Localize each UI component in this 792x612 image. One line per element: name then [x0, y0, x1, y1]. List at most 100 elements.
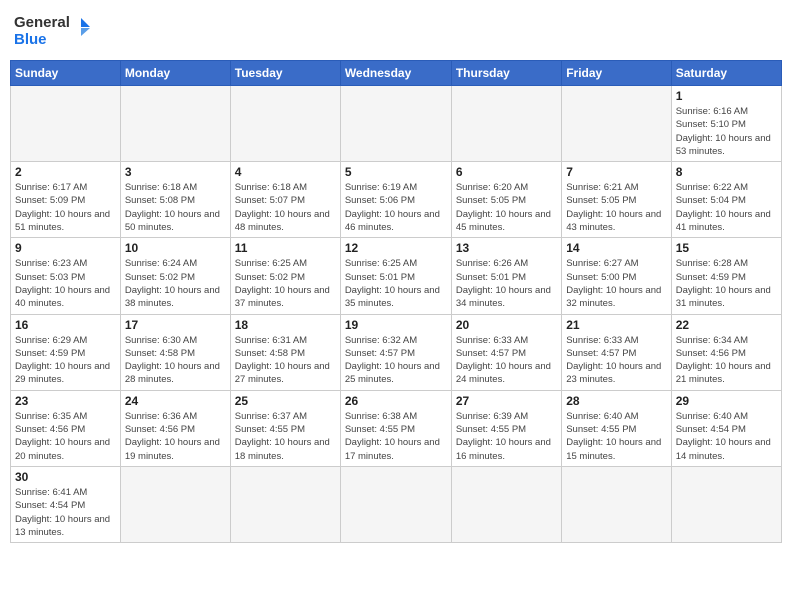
day-number: 2 [15, 165, 116, 179]
day-info: Sunrise: 6:36 AM Sunset: 4:56 PM Dayligh… [125, 410, 226, 463]
calendar-cell [562, 466, 671, 542]
day-info: Sunrise: 6:41 AM Sunset: 4:54 PM Dayligh… [15, 486, 116, 539]
day-info: Sunrise: 6:25 AM Sunset: 5:02 PM Dayligh… [235, 257, 336, 310]
day-number: 20 [456, 318, 557, 332]
day-number: 16 [15, 318, 116, 332]
logo: GeneralBlue [14, 10, 94, 52]
calendar-cell: 6 Sunrise: 6:20 AM Sunset: 5:05 PM Daylig… [451, 162, 561, 238]
calendar: SundayMondayTuesdayWednesdayThursdayFrid… [10, 60, 782, 543]
calendar-cell [451, 466, 561, 542]
day-info: Sunrise: 6:40 AM Sunset: 4:55 PM Dayligh… [566, 410, 666, 463]
day-info: Sunrise: 6:19 AM Sunset: 5:06 PM Dayligh… [345, 181, 447, 234]
day-number: 29 [676, 394, 777, 408]
calendar-cell [671, 466, 781, 542]
day-number: 25 [235, 394, 336, 408]
weekday-header-friday: Friday [562, 61, 671, 86]
calendar-cell: 5 Sunrise: 6:19 AM Sunset: 5:06 PM Daylig… [340, 162, 451, 238]
day-number: 5 [345, 165, 447, 179]
day-info: Sunrise: 6:21 AM Sunset: 5:05 PM Dayligh… [566, 181, 666, 234]
calendar-row-2: 2 Sunrise: 6:17 AM Sunset: 5:09 PM Daylig… [11, 162, 782, 238]
day-number: 26 [345, 394, 447, 408]
day-info: Sunrise: 6:39 AM Sunset: 4:55 PM Dayligh… [456, 410, 557, 463]
calendar-cell: 8 Sunrise: 6:22 AM Sunset: 5:04 PM Daylig… [671, 162, 781, 238]
day-info: Sunrise: 6:17 AM Sunset: 5:09 PM Dayligh… [15, 181, 116, 234]
day-number: 10 [125, 241, 226, 255]
weekday-header-thursday: Thursday [451, 61, 561, 86]
day-number: 28 [566, 394, 666, 408]
calendar-cell: 28 Sunrise: 6:40 AM Sunset: 4:55 PM Dayli… [562, 390, 671, 466]
calendar-cell: 23 Sunrise: 6:35 AM Sunset: 4:56 PM Dayli… [11, 390, 121, 466]
calendar-cell: 12 Sunrise: 6:25 AM Sunset: 5:01 PM Dayli… [340, 238, 451, 314]
calendar-cell: 4Sunrise: 6:18 AM Sunset: 5:07 PM Daylig… [230, 162, 340, 238]
day-number: 21 [566, 318, 666, 332]
calendar-row-6: 30 Sunrise: 6:41 AM Sunset: 4:54 PM Dayli… [11, 466, 782, 542]
day-number: 17 [125, 318, 226, 332]
calendar-cell [562, 86, 671, 162]
day-number: 30 [15, 470, 116, 484]
weekday-header-wednesday: Wednesday [340, 61, 451, 86]
calendar-cell: 29 Sunrise: 6:40 AM Sunset: 4:54 PM Dayli… [671, 390, 781, 466]
logo-svg: GeneralBlue [14, 10, 94, 52]
day-number: 18 [235, 318, 336, 332]
calendar-row-5: 23 Sunrise: 6:35 AM Sunset: 4:56 PM Dayli… [11, 390, 782, 466]
day-number: 6 [456, 165, 557, 179]
day-info: Sunrise: 6:33 AM Sunset: 4:57 PM Dayligh… [456, 334, 557, 387]
calendar-row-3: 9 Sunrise: 6:23 AM Sunset: 5:03 PM Daylig… [11, 238, 782, 314]
day-number: 14 [566, 241, 666, 255]
calendar-cell: 19Sunrise: 6:32 AM Sunset: 4:57 PM Dayli… [340, 314, 451, 390]
calendar-cell: 17 Sunrise: 6:30 AM Sunset: 4:58 PM Dayli… [120, 314, 230, 390]
day-info: Sunrise: 6:18 AM Sunset: 5:08 PM Dayligh… [125, 181, 226, 234]
day-info: Sunrise: 6:25 AM Sunset: 5:01 PM Dayligh… [345, 257, 447, 310]
day-info: Sunrise: 6:27 AM Sunset: 5:00 PM Dayligh… [566, 257, 666, 310]
calendar-row-1: 1Sunrise: 6:16 AM Sunset: 5:10 PM Daylig… [11, 86, 782, 162]
calendar-cell: 14 Sunrise: 6:27 AM Sunset: 5:00 PM Dayli… [562, 238, 671, 314]
calendar-cell [340, 86, 451, 162]
day-number: 7 [566, 165, 666, 179]
day-number: 1 [676, 89, 777, 103]
day-info: Sunrise: 6:40 AM Sunset: 4:54 PM Dayligh… [676, 410, 777, 463]
svg-text:Blue: Blue [14, 31, 47, 48]
weekday-header-tuesday: Tuesday [230, 61, 340, 86]
calendar-cell: 1Sunrise: 6:16 AM Sunset: 5:10 PM Daylig… [671, 86, 781, 162]
calendar-cell: 18 Sunrise: 6:31 AM Sunset: 4:58 PM Dayli… [230, 314, 340, 390]
calendar-cell [120, 466, 230, 542]
day-number: 19 [345, 318, 447, 332]
calendar-cell [230, 466, 340, 542]
calendar-cell: 15Sunrise: 6:28 AM Sunset: 4:59 PM Dayli… [671, 238, 781, 314]
day-number: 12 [345, 241, 447, 255]
calendar-cell: 11Sunrise: 6:25 AM Sunset: 5:02 PM Dayli… [230, 238, 340, 314]
calendar-cell: 22Sunrise: 6:34 AM Sunset: 4:56 PM Dayli… [671, 314, 781, 390]
day-number: 8 [676, 165, 777, 179]
day-info: Sunrise: 6:20 AM Sunset: 5:05 PM Dayligh… [456, 181, 557, 234]
day-info: Sunrise: 6:29 AM Sunset: 4:59 PM Dayligh… [15, 334, 116, 387]
calendar-cell: 24 Sunrise: 6:36 AM Sunset: 4:56 PM Dayli… [120, 390, 230, 466]
day-number: 13 [456, 241, 557, 255]
calendar-cell: 7 Sunrise: 6:21 AM Sunset: 5:05 PM Daylig… [562, 162, 671, 238]
calendar-cell [230, 86, 340, 162]
calendar-cell: 16 Sunrise: 6:29 AM Sunset: 4:59 PM Dayli… [11, 314, 121, 390]
calendar-cell: 21Sunrise: 6:33 AM Sunset: 4:57 PM Dayli… [562, 314, 671, 390]
day-info: Sunrise: 6:30 AM Sunset: 4:58 PM Dayligh… [125, 334, 226, 387]
calendar-cell [120, 86, 230, 162]
day-info: Sunrise: 6:28 AM Sunset: 4:59 PM Dayligh… [676, 257, 777, 310]
day-info: Sunrise: 6:38 AM Sunset: 4:55 PM Dayligh… [345, 410, 447, 463]
calendar-cell: 10Sunrise: 6:24 AM Sunset: 5:02 PM Dayli… [120, 238, 230, 314]
calendar-cell: 13Sunrise: 6:26 AM Sunset: 5:01 PM Dayli… [451, 238, 561, 314]
calendar-cell: 27Sunrise: 6:39 AM Sunset: 4:55 PM Dayli… [451, 390, 561, 466]
weekday-header-row: SundayMondayTuesdayWednesdayThursdayFrid… [11, 61, 782, 86]
weekday-header-saturday: Saturday [671, 61, 781, 86]
day-info: Sunrise: 6:23 AM Sunset: 5:03 PM Dayligh… [15, 257, 116, 310]
header: GeneralBlue [10, 10, 782, 52]
calendar-cell: 30 Sunrise: 6:41 AM Sunset: 4:54 PM Dayli… [11, 466, 121, 542]
day-info: Sunrise: 6:35 AM Sunset: 4:56 PM Dayligh… [15, 410, 116, 463]
day-number: 22 [676, 318, 777, 332]
day-number: 23 [15, 394, 116, 408]
calendar-cell [340, 466, 451, 542]
weekday-header-sunday: Sunday [11, 61, 121, 86]
day-info: Sunrise: 6:31 AM Sunset: 4:58 PM Dayligh… [235, 334, 336, 387]
calendar-cell: 20 Sunrise: 6:33 AM Sunset: 4:57 PM Dayli… [451, 314, 561, 390]
calendar-row-4: 16 Sunrise: 6:29 AM Sunset: 4:59 PM Dayli… [11, 314, 782, 390]
day-number: 9 [15, 241, 116, 255]
day-info: Sunrise: 6:22 AM Sunset: 5:04 PM Dayligh… [676, 181, 777, 234]
day-number: 24 [125, 394, 226, 408]
